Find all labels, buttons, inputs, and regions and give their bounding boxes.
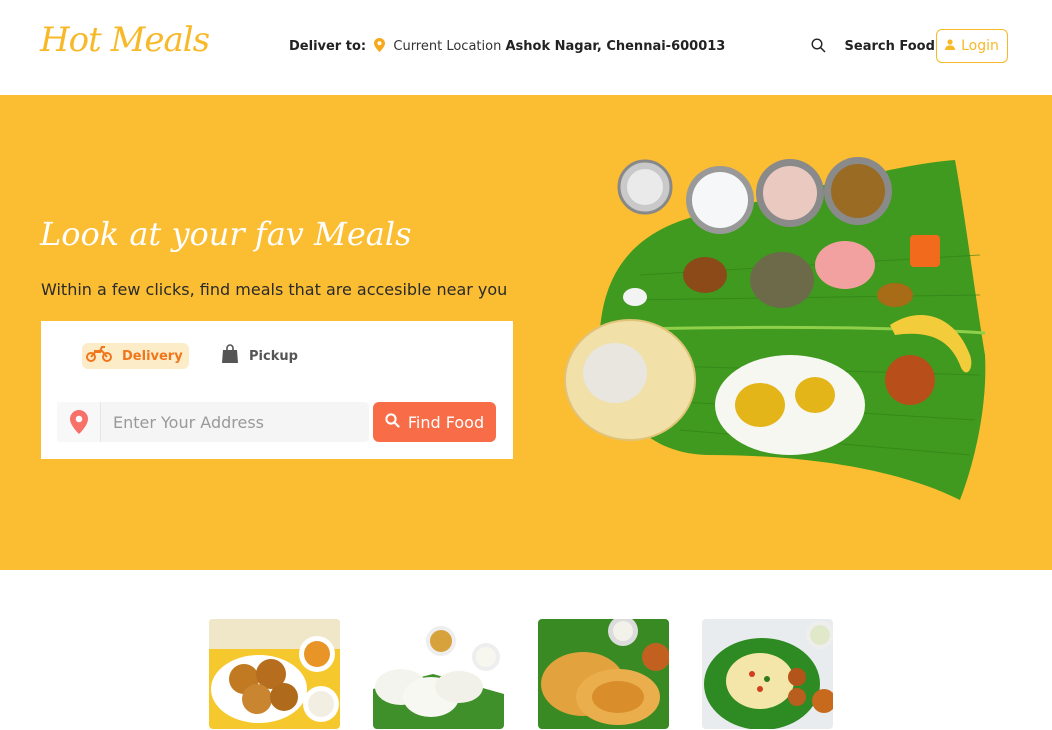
search-card: Delivery Pickup Find Food: [41, 321, 513, 459]
tab-delivery[interactable]: Delivery: [82, 343, 189, 369]
delivery-address: Ashok Nagar, Chennai-600013: [505, 39, 726, 54]
location-pin-icon: [374, 38, 386, 56]
delivery-location[interactable]: Deliver to: Current Location Ashok Nagar…: [289, 38, 725, 56]
food-categories: [0, 619, 1052, 730]
search-icon: [811, 38, 826, 57]
current-location-label: Current Location: [393, 39, 502, 54]
search-icon: [385, 412, 400, 432]
user-icon: [945, 38, 956, 54]
motorbike-icon: [86, 346, 112, 366]
hero-subtitle: Within a few clicks, find meals that are…: [41, 280, 508, 299]
parotta-image[interactable]: [538, 619, 669, 729]
uttapam-image[interactable]: [702, 619, 833, 729]
search-food-link[interactable]: Search Food: [811, 38, 935, 57]
address-input[interactable]: [101, 402, 369, 442]
logo[interactable]: Hot Meals: [40, 20, 210, 60]
tab-pickup[interactable]: Pickup: [221, 343, 298, 369]
header: Hot Meals Deliver to: Current Location A…: [0, 0, 1052, 95]
search-food-label: Search Food: [844, 39, 935, 54]
find-food-label: Find Food: [407, 412, 485, 432]
tab-delivery-label: Delivery: [122, 348, 183, 364]
banana-leaf-meal-image: [564, 157, 986, 500]
find-food-button[interactable]: Find Food: [373, 402, 496, 442]
hero-title: Look at your fav Meals: [40, 215, 412, 253]
deliver-label: Deliver to:: [289, 39, 367, 54]
login-button[interactable]: Login: [936, 29, 1008, 63]
address-field: [57, 402, 369, 442]
map-pin-icon: [57, 402, 101, 442]
idli-image[interactable]: [373, 619, 504, 729]
shopping-bag-icon: [221, 344, 239, 368]
login-label: Login: [961, 38, 999, 54]
hero-section: Look at your fav Meals Within a few clic…: [0, 95, 1052, 570]
tab-pickup-label: Pickup: [249, 348, 298, 364]
vada-image[interactable]: [209, 619, 340, 729]
